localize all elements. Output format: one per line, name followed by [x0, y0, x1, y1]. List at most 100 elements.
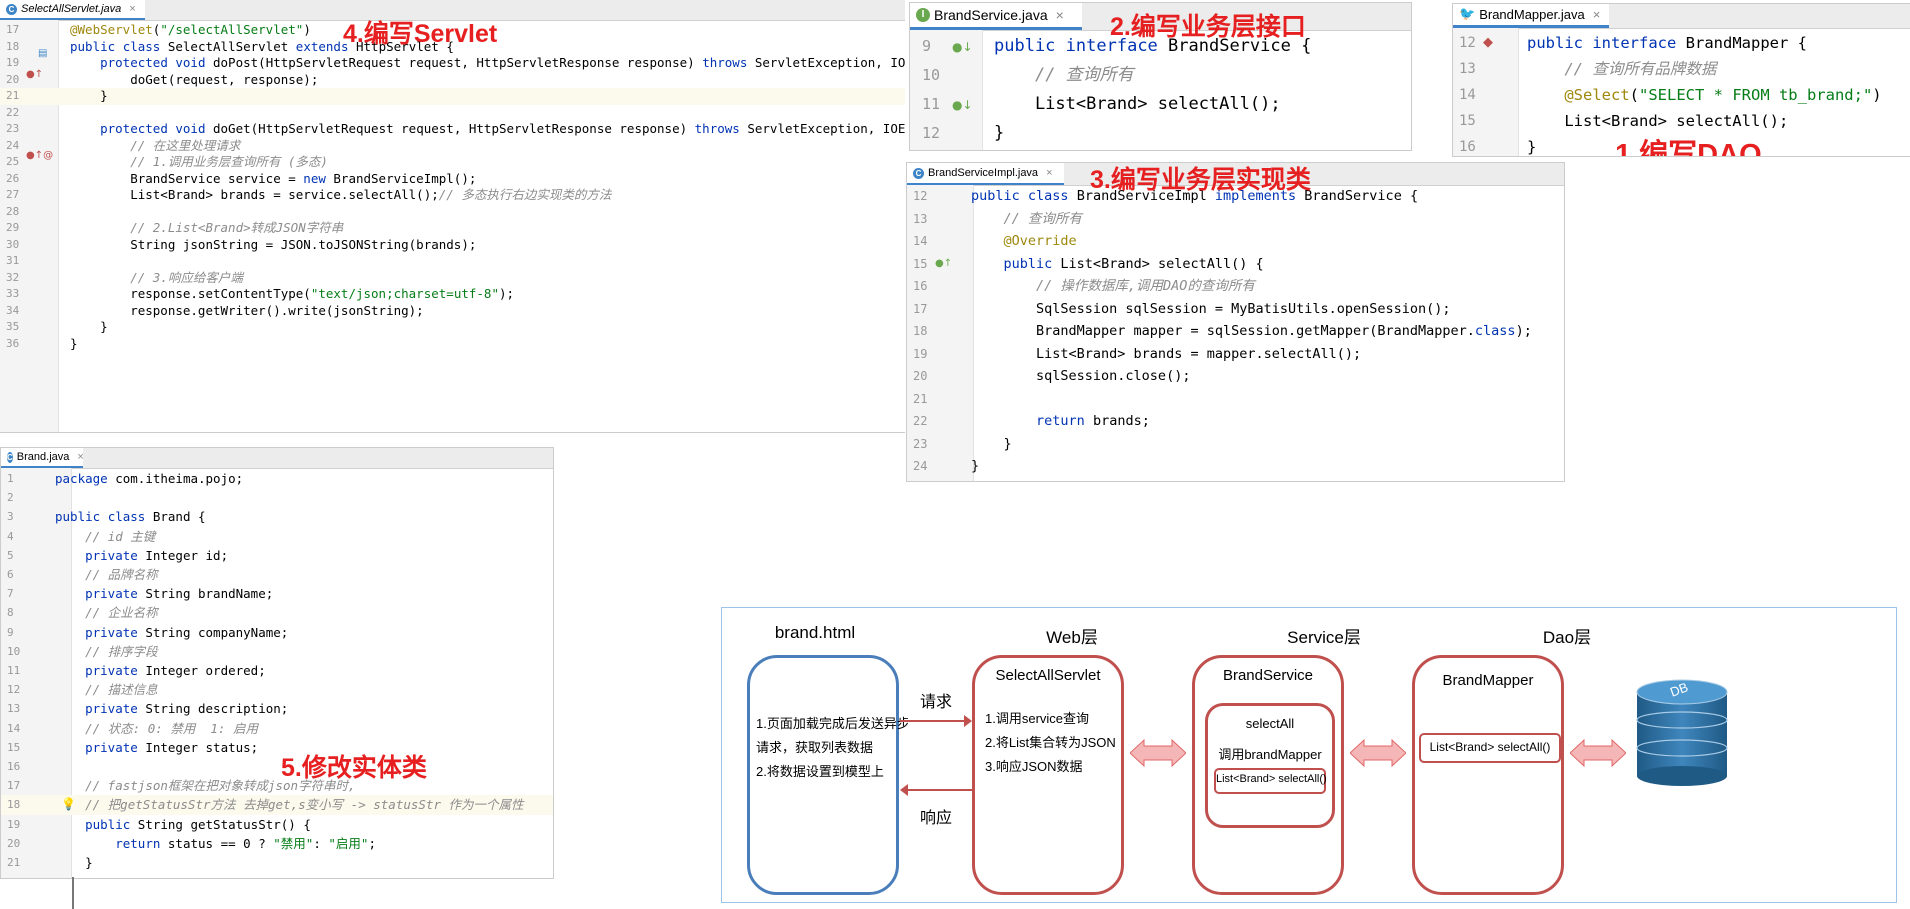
code-line[interactable]: 26 BrandService service = new BrandServi…	[0, 171, 905, 188]
code-line[interactable]: 13 // 查询所有	[907, 208, 1564, 231]
code-line[interactable]: 18 // 把getStatusStr方法 去掉get,s变小写 -> stat…	[1, 795, 553, 815]
close-icon[interactable]: ×	[1056, 7, 1064, 23]
code-line[interactable]: 10 // 查询所有	[910, 61, 1411, 90]
dao-db-double-arrow	[1570, 738, 1626, 768]
code-line[interactable]: 2	[1, 488, 553, 507]
code-line[interactable]: 36}	[0, 336, 905, 353]
code-line[interactable]: 28	[0, 204, 905, 221]
code-line[interactable]: 23 }	[907, 433, 1564, 456]
line-number: 20	[913, 369, 928, 383]
web-layer-box: SelectAllServlet 1.调用service查询 2.将List集合…	[972, 655, 1124, 895]
line-number: 22	[6, 105, 20, 119]
code-area[interactable]: 9 public interface BrandService {10 // 查询…	[910, 32, 1411, 150]
code-line[interactable]: 24}	[907, 455, 1564, 478]
service-dao-double-arrow	[1350, 738, 1406, 768]
code-line[interactable]: 31	[0, 253, 905, 270]
code-line[interactable]: 6 // 品牌名称	[1, 565, 553, 584]
mybatis-bird-icon: 🐦	[1459, 7, 1476, 22]
code-line[interactable]: 22 return brands;	[907, 410, 1564, 433]
code-line[interactable]: 19 List<Brand> brands = mapper.selectAll…	[907, 343, 1564, 366]
line-number: 12	[7, 683, 21, 697]
code-text: // 品牌名称	[85, 567, 158, 582]
code-line[interactable]: 9 private String companyName;	[1, 623, 553, 642]
code-line[interactable]: 24 // 在这里处理请求	[0, 138, 905, 155]
code-line[interactable]: 15 private Integer status;	[1, 738, 553, 757]
code-text: // id 主键	[85, 528, 156, 544]
code-area[interactable]: 12 public class BrandServiceImpl implemen…	[907, 185, 1564, 481]
code-line[interactable]: 21 }	[0, 88, 905, 105]
code-line[interactable]: 14 // 状态: 0: 禁用 1: 启用	[1, 719, 553, 738]
code-line[interactable]: 12}	[910, 119, 1411, 148]
java-class-icon: C	[913, 167, 924, 179]
code-line[interactable]: 30 String jsonString = JSON.toJSONString…	[0, 237, 905, 254]
code-line[interactable]: 20 sqlSession.close();	[907, 365, 1564, 388]
code-line[interactable]: 18 BrandMapper mapper = sqlSession.getMa…	[907, 320, 1564, 343]
code-line[interactable]: 23 protected void doGet(HttpServletReque…	[0, 121, 905, 138]
line-number: 11	[7, 664, 21, 677]
tab-brand-service[interactable]: I BrandService.java ×	[910, 3, 1082, 30]
html-header: brand.html	[774, 623, 856, 642]
code-line[interactable]: 20 return status == 0 ? "禁用": "启用";	[1, 834, 553, 853]
mapper-step-title: 1.编写DAO	[1615, 139, 1762, 157]
tab-select-all-servlet[interactable]: C SelectAllServlet.java ×	[0, 0, 145, 20]
close-icon[interactable]: ×	[1593, 7, 1601, 22]
code-line[interactable]: 32 // 3.响应给客户端	[0, 270, 905, 287]
code-area[interactable]: 17 @WebServlet("/selectAllServlet") 18 publ…	[0, 22, 905, 432]
dao-method: List<Brand> selectAll()	[1429, 740, 1551, 754]
code-line[interactable]: 8 // 企业名称	[1, 603, 553, 622]
code-line[interactable]: 21 }	[1, 853, 553, 872]
code-text: return status == 0 ? "禁用": "启用";	[115, 835, 376, 851]
tab-brand[interactable]: C Brand.java ×	[1, 448, 84, 468]
code-line[interactable]: 4 // id 主键	[1, 527, 553, 546]
close-icon[interactable]: ×	[129, 3, 135, 15]
code-line[interactable]: 11 private Integer ordered;	[1, 661, 553, 680]
code-line[interactable]: 10 // 排序字段	[1, 642, 553, 661]
code-line[interactable]: 3 public class Brand {	[1, 507, 553, 526]
code-line[interactable]: 17 // fastjson框架在把对象转成json字符串时,	[1, 776, 553, 795]
close-icon[interactable]: ×	[77, 451, 83, 463]
code-line[interactable]: 33 response.setContentType("text/json;ch…	[0, 286, 905, 303]
code-line[interactable]: 25 // 1.调用业务层查询所有 (多态)	[0, 154, 905, 171]
line-number: 24	[913, 459, 928, 473]
code-line[interactable]: 13 // 查询所有品牌数据	[1453, 56, 1910, 82]
line-number: 25	[6, 155, 20, 168]
code-line[interactable]: 19 protected void doPost(HttpServletRequ…	[0, 55, 905, 72]
code-line[interactable]: 16 // 操作数据库,调用DAO的查询所有	[907, 275, 1564, 298]
code-line[interactable]: 22	[0, 105, 905, 122]
code-line[interactable]: 13 private String description;	[1, 699, 553, 718]
code-line[interactable]: 1 package com.itheima.pojo;	[1, 469, 553, 488]
line-number: 4	[7, 529, 14, 543]
code-text: List<Brand> brands = mapper.selectAll();	[971, 345, 1362, 362]
code-line[interactable]: 21	[907, 388, 1564, 411]
code-line[interactable]: 12 public interface BrandMapper {	[1453, 30, 1910, 56]
html-step-1a: 1.页面加载完成后发送异步	[756, 716, 910, 731]
code-line[interactable]: 34 response.getWriter().write(jsonString…	[0, 303, 905, 320]
code-line[interactable]: 16	[1, 757, 553, 776]
code-line[interactable]: 15 public List<Brand> selectAll() {	[907, 253, 1564, 276]
code-line[interactable]: 27 List<Brand> brands = service.selectAl…	[0, 187, 905, 204]
code-line[interactable]: 14 @Override	[907, 230, 1564, 253]
code-line[interactable]: 7 private String brandName;	[1, 584, 553, 603]
close-icon[interactable]: ×	[1046, 167, 1052, 179]
code-line[interactable]: 29 // 2.List<Brand>转成JSON字符串	[0, 220, 905, 237]
code-line[interactable]: 17 SqlSession sqlSession = MyBatisUtils.…	[907, 298, 1564, 321]
code-area[interactable]: 1 package com.itheima.pojo; 2 3 public class…	[1, 469, 553, 878]
code-line[interactable]: 5 private Integer id;	[1, 546, 553, 565]
code-line[interactable]: 20 doGet(request, response);	[0, 72, 905, 89]
line-number: 12	[913, 189, 928, 203]
line-number: 13	[1459, 61, 1476, 77]
code-line[interactable]: 12 // 描述信息	[1, 680, 553, 699]
code-line[interactable]: 11 List<Brand> selectAll();	[910, 90, 1411, 119]
line-number: 11	[922, 95, 941, 113]
code-line[interactable]: 14 @Select("SELECT * FROM tb_brand;")	[1453, 82, 1910, 108]
tab-brand-service-impl[interactable]: C BrandServiceImpl.java ×	[907, 163, 1064, 185]
line-number: 21	[913, 391, 928, 406]
tab-brand-mapper[interactable]: 🐦 BrandMapper.java ×	[1453, 4, 1609, 28]
line-number: 30	[6, 237, 20, 251]
code-text: private String brandName;	[85, 586, 274, 602]
line-number: 8	[7, 606, 14, 620]
code-line[interactable]: 35 }	[0, 319, 905, 336]
line-number: 16	[7, 760, 21, 773]
tab-label: BrandServiceImpl.java	[928, 167, 1039, 179]
code-line[interactable]: 19 public String getStatusStr() {	[1, 815, 553, 834]
